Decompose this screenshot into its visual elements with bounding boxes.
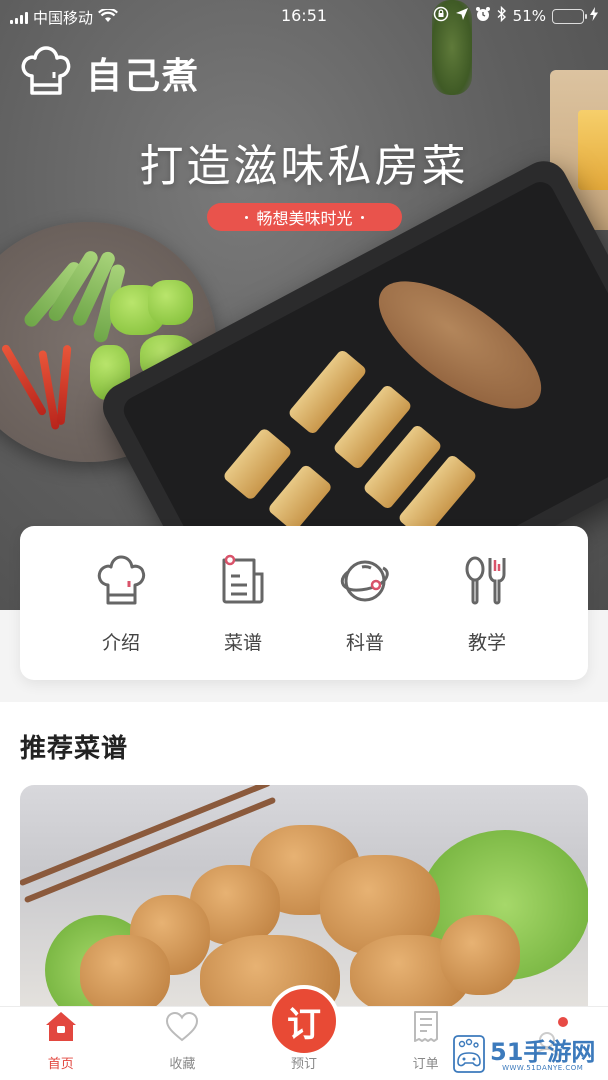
- app-brand: 自己煮: [20, 46, 200, 100]
- category-label: 教学: [467, 632, 506, 654]
- alarm-icon: [475, 6, 491, 26]
- hero-title: 打造滋味私房菜: [139, 141, 469, 192]
- app-screen: 中国移动 16:51 51% 自己煮 打造滋味私房菜 畅想美味时光 介绍 菜谱 …: [0, 0, 608, 1080]
- tab-label: 收藏: [169, 1057, 196, 1072]
- category-label: 科普: [345, 632, 384, 654]
- receipt-icon: [408, 1009, 444, 1049]
- hero-slogan-badge: 畅想美味时光: [207, 203, 402, 231]
- battery-icon: [552, 8, 587, 24]
- tab-favorites[interactable]: 收藏: [122, 1007, 244, 1080]
- recipe-document-icon: [216, 554, 270, 612]
- watermark-url: WWW.51DANYE.COM: [502, 1064, 584, 1072]
- hero-banner[interactable]: 中国移动 16:51 51% 自己煮 打造滋味私房菜 畅想美味时光: [0, 0, 608, 610]
- watermark-text: 51手游网: [490, 1038, 596, 1066]
- watermark: 51手游网 WWW.51DANYE.COM: [452, 1035, 608, 1077]
- tab-label: 订单: [412, 1057, 439, 1072]
- fried-chicken-decoration: [440, 915, 520, 995]
- charging-icon: [590, 7, 598, 25]
- section-title-recommended: 推荐菜谱: [20, 734, 129, 764]
- category-teaching[interactable]: 教学: [442, 526, 532, 680]
- status-bar: 中国移动 16:51 51%: [0, 0, 608, 32]
- bluetooth-icon: [497, 5, 507, 26]
- heart-icon: [164, 1009, 200, 1049]
- orientation-lock-icon: [433, 6, 449, 26]
- category-menu: 介绍 菜谱 科普 教学: [20, 526, 588, 680]
- tab-label: 首页: [47, 1057, 74, 1072]
- tab-home[interactable]: 首页: [0, 1007, 122, 1080]
- location-icon: [455, 7, 469, 25]
- category-recipes[interactable]: 菜谱: [198, 526, 288, 680]
- category-label: 介绍: [101, 632, 140, 654]
- planet-icon: [338, 554, 392, 612]
- fried-chicken-decoration: [80, 935, 170, 1015]
- app-name: 自己煮: [86, 56, 201, 97]
- hero-slogan: 畅想美味时光: [256, 209, 353, 228]
- category-intro[interactable]: 介绍: [76, 526, 166, 680]
- broccoli-decoration: [148, 280, 193, 325]
- home-icon: [43, 1009, 79, 1049]
- reserve-button[interactable]: 订: [267, 985, 340, 1057]
- reserve-glyph: 订: [286, 1004, 321, 1045]
- chef-hat-icon: [94, 554, 148, 612]
- category-science[interactable]: 科普: [320, 526, 410, 680]
- tab-reserve[interactable]: 订 预订: [243, 985, 365, 1080]
- chef-hat-icon: [20, 46, 72, 100]
- category-label: 菜谱: [223, 632, 262, 654]
- battery-percent: 51%: [512, 7, 546, 25]
- notification-dot: [557, 1017, 568, 1027]
- gamepad-phone-icon: [452, 1034, 486, 1078]
- spoon-fork-icon: [460, 554, 514, 612]
